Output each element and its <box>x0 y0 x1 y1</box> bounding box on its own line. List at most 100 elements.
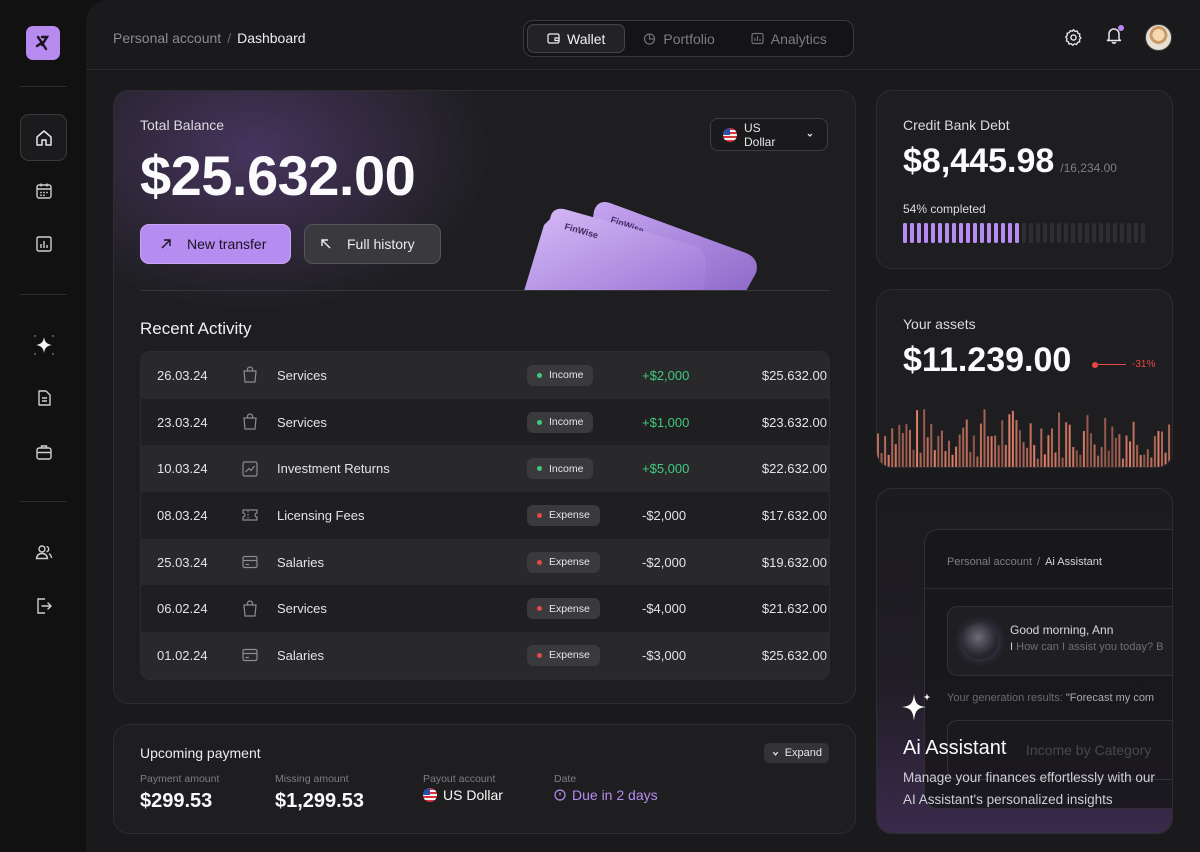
table-row[interactable]: 25.03.24 Salaries Expense -$2,000 $19.632.00 <box>141 538 829 586</box>
sparkline-bar <box>898 424 901 467</box>
tx-balance: $25.632.00 <box>761 367 827 383</box>
tab-portfolio[interactable]: Portfolio <box>625 24 732 53</box>
sparkline-bar <box>1054 452 1057 467</box>
status-dot <box>537 419 542 425</box>
gear-icon[interactable] <box>1064 28 1083 47</box>
sparkline-bar <box>1129 441 1132 467</box>
upcoming-title: Upcoming payment <box>140 745 261 761</box>
change-line <box>1098 364 1126 365</box>
tx-balance: $17.632.00 <box>761 507 827 523</box>
sidebar-item-logout[interactable] <box>20 582 67 629</box>
table-row[interactable]: 26.03.24 Services Income +$2,000 $25.632.00 <box>141 352 829 399</box>
sidebar-item-chart[interactable] <box>20 220 67 267</box>
sparkline-bar <box>955 446 958 467</box>
sparkline-bar <box>1047 435 1050 467</box>
progress-segment <box>1092 223 1096 243</box>
chevron-down-icon <box>772 751 778 756</box>
table-row[interactable]: 01.02.24 Salaries Expense -$3,000 $25.632.00 <box>141 632 829 679</box>
shopping-bag-icon <box>241 413 277 431</box>
notifications-button[interactable] <box>1105 25 1124 49</box>
sidebar-item-users[interactable] <box>20 528 67 575</box>
expand-button[interactable]: Expand <box>763 743 829 763</box>
progress-segment <box>1057 223 1061 243</box>
progress-segment <box>1043 223 1047 243</box>
sparkline-bar <box>1157 430 1160 467</box>
sidebar-divider <box>20 294 67 295</box>
tx-type: Expense <box>527 504 642 526</box>
us-flag-icon <box>723 127 737 142</box>
sparkline-bar <box>937 435 940 467</box>
tx-amount: +$5,000 <box>642 461 690 477</box>
assets-amount: $11.239.00 <box>903 341 1072 379</box>
sparkline-bar <box>1026 447 1029 467</box>
logo-icon[interactable] <box>26 26 60 60</box>
status-badge-label: Income <box>549 462 584 475</box>
sparkline-bar <box>919 452 922 467</box>
tx-amount: +$2,000 <box>642 367 690 383</box>
main-panel: Personal account / Dashboard Wallet Portfo… <box>86 0 1200 852</box>
progress-segment <box>987 223 991 243</box>
sparkline-bar <box>1146 449 1149 467</box>
sparkline-bar <box>951 454 954 467</box>
sparkline-bar <box>1008 414 1011 467</box>
sidebar-item-documents[interactable] <box>20 374 67 421</box>
ai-assistant-card[interactable]: Personal account / Ai Assistant Good morni… <box>876 488 1173 834</box>
sparkline-bar <box>1072 447 1075 467</box>
sparkline-bar <box>1100 447 1103 467</box>
sparkline-bar <box>916 410 919 467</box>
new-transfer-label: New transfer <box>187 236 267 252</box>
sparkline-bar <box>1040 428 1043 467</box>
tx-date: 01.02.24 <box>157 647 208 663</box>
currency-select[interactable]: US Dollar <box>710 118 828 151</box>
tab-analytics[interactable]: Analytics <box>733 24 845 53</box>
table-row[interactable]: 08.03.24 Licensing Fees Expense -$2,000 $17.… <box>141 492 829 539</box>
tab-wallet[interactable]: Wallet <box>527 24 626 53</box>
sparkline-bar <box>979 423 982 467</box>
avatar[interactable] <box>1145 24 1172 51</box>
sparkline-bar <box>994 435 997 467</box>
credit-cards-illustration: FinWise FinWise <box>524 202 757 291</box>
sidebar-item-calendar[interactable] <box>20 167 67 214</box>
sparkline-bar <box>987 436 990 467</box>
full-history-button[interactable]: Full history <box>304 224 441 264</box>
sparkline-bar <box>1043 454 1046 467</box>
sparkline-bar <box>1058 412 1061 467</box>
progress-segment <box>1120 223 1124 243</box>
breadcrumb-root[interactable]: Personal account <box>113 30 221 46</box>
sparkline-bar <box>1090 433 1092 467</box>
logout-icon <box>36 597 52 614</box>
status-dot <box>537 512 542 518</box>
table-row[interactable]: 10.03.24 Investment Returns Income +$5,000 $… <box>141 445 829 493</box>
table-row[interactable]: 23.03.24 Services Income +$1,000 $23.632.00 <box>141 398 829 446</box>
sparkline-bar <box>908 429 911 467</box>
new-transfer-button[interactable]: New transfer <box>140 224 291 264</box>
progress-segment <box>1078 223 1082 243</box>
sidebar-item-briefcase[interactable] <box>20 428 67 475</box>
missing-amount: Missing amount $1,299.53 <box>275 773 364 813</box>
sidebar-item-home[interactable] <box>20 114 67 161</box>
sparkline-bar <box>1136 445 1139 467</box>
tx-type: Expense <box>527 644 642 666</box>
ticket-icon <box>241 506 277 524</box>
tx-type: Expense <box>527 598 642 620</box>
ai-crumb-current: Ai Assistant <box>1045 556 1102 568</box>
tx-balance: $23.632.00 <box>761 414 827 430</box>
credit-title: Credit Bank Debt <box>903 117 1010 133</box>
due-date-label: Date <box>554 773 577 785</box>
sparkline-bar <box>1111 426 1114 467</box>
status-dot <box>537 372 542 378</box>
sparkline-bar <box>1079 454 1082 467</box>
status-dot <box>537 559 542 565</box>
sidebar-item-ai[interactable] <box>20 321 67 368</box>
table-row[interactable]: 06.02.24 Services Expense -$4,000 $21.632.00 <box>141 585 829 633</box>
ai-crumb-separator: / <box>1037 556 1041 568</box>
status-badge-label: Expense <box>549 509 590 522</box>
status-badge: Income <box>527 364 594 386</box>
home-icon <box>35 129 52 146</box>
sparkline-bar <box>1161 431 1163 467</box>
progress-segment <box>1064 223 1068 243</box>
status-badge: Expense <box>527 598 600 620</box>
credit-progress-bar <box>903 223 1145 243</box>
status-badge: Expense <box>527 504 600 526</box>
status-dot <box>537 606 542 612</box>
